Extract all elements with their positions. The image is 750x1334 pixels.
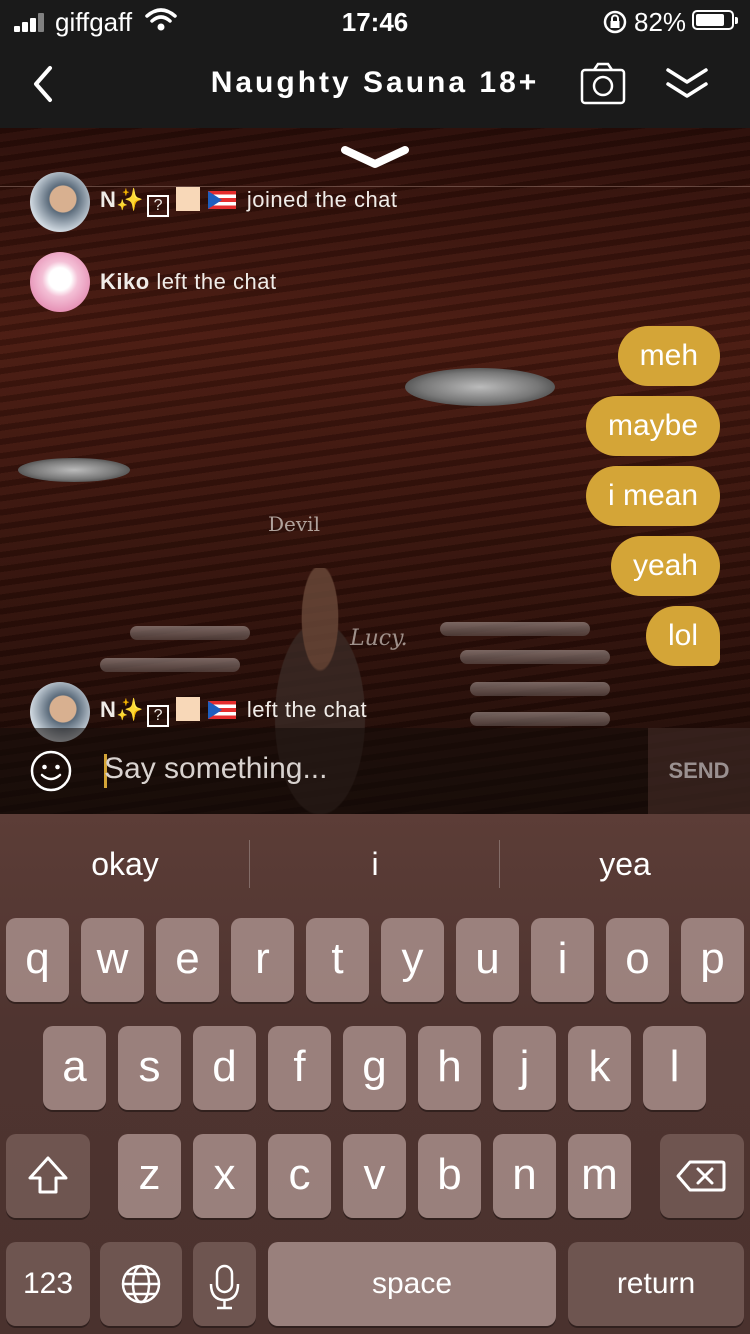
puerto-rico-flag-icon bbox=[208, 701, 237, 719]
key-e[interactable]: e bbox=[156, 918, 219, 1002]
chat-area[interactable]: Devil Lucy. N✨? joined the chat Kiko lef… bbox=[0, 128, 750, 814]
chat-bubble[interactable]: i mean bbox=[585, 466, 720, 526]
scene-name-tag: Devil bbox=[268, 512, 320, 536]
key-d[interactable]: d bbox=[193, 1026, 256, 1110]
battery-percentage: 82% bbox=[634, 7, 687, 37]
key-k[interactable]: k bbox=[568, 1026, 631, 1110]
emoji-smiley-icon[interactable] bbox=[30, 750, 72, 792]
username[interactable]: N bbox=[100, 187, 116, 212]
battery-icon bbox=[692, 10, 738, 30]
message-input-bar: SEND bbox=[0, 728, 750, 814]
bench-slat bbox=[460, 650, 610, 664]
ceiling-lamp bbox=[18, 458, 130, 482]
chat-bubble[interactable]: yeah bbox=[610, 536, 720, 596]
bench-slat bbox=[470, 712, 610, 726]
return-key[interactable]: return bbox=[568, 1242, 744, 1326]
key-y[interactable]: y bbox=[381, 918, 444, 1002]
key-p[interactable]: p bbox=[681, 918, 744, 1002]
shift-arrow-icon bbox=[28, 1156, 68, 1194]
unknown-emoji-icon: ? bbox=[147, 195, 170, 217]
puerto-rico-flag-icon bbox=[208, 191, 237, 209]
numbers-key[interactable]: 123 bbox=[6, 1242, 90, 1326]
chat-header: Naughty Sauna 18+ bbox=[0, 42, 750, 128]
chat-room-title: Naughty Sauna 18+ bbox=[210, 66, 540, 99]
key-t[interactable]: t bbox=[306, 918, 369, 1002]
key-m[interactable]: m bbox=[568, 1134, 631, 1218]
key-b[interactable]: b bbox=[418, 1134, 481, 1218]
message-input[interactable] bbox=[104, 752, 624, 786]
globe-icon bbox=[121, 1264, 161, 1304]
system-message-text: N✨? joined the chat bbox=[100, 187, 398, 217]
skin-tone-emoji bbox=[176, 187, 201, 211]
suggestion-item[interactable]: i bbox=[250, 814, 500, 914]
scene-name-tag: Lucy. bbox=[350, 626, 408, 651]
rotation-lock-icon bbox=[603, 10, 627, 34]
key-c[interactable]: c bbox=[268, 1134, 331, 1218]
key-h[interactable]: h bbox=[418, 1026, 481, 1110]
bench-slat bbox=[470, 682, 610, 696]
suggestion-item[interactable]: okay bbox=[0, 814, 250, 914]
system-message-text: Kiko left the chat bbox=[100, 269, 277, 295]
delete-key[interactable] bbox=[660, 1134, 744, 1218]
key-g[interactable]: g bbox=[343, 1026, 406, 1110]
key-v[interactable]: v bbox=[343, 1134, 406, 1218]
key-z[interactable]: z bbox=[118, 1134, 181, 1218]
system-message-body: left the chat bbox=[246, 697, 368, 722]
avatar[interactable] bbox=[30, 172, 90, 232]
system-message-body: left the chat bbox=[156, 269, 277, 294]
bench-slat bbox=[130, 626, 250, 640]
key-f[interactable]: f bbox=[268, 1026, 331, 1110]
skin-tone-emoji bbox=[176, 697, 201, 721]
key-l[interactable]: l bbox=[643, 1026, 706, 1110]
key-u[interactable]: u bbox=[456, 918, 519, 1002]
system-message-body: joined the chat bbox=[246, 187, 398, 212]
backspace-icon bbox=[676, 1160, 726, 1192]
key-n[interactable]: n bbox=[493, 1134, 556, 1218]
bench-slat bbox=[100, 658, 240, 672]
system-message: Kiko left the chat bbox=[30, 252, 277, 312]
key-i[interactable]: i bbox=[531, 918, 594, 1002]
bench-slat bbox=[440, 622, 590, 636]
username[interactable]: N bbox=[100, 697, 116, 722]
double-chevron-down-icon[interactable] bbox=[664, 64, 710, 104]
microphone-icon bbox=[209, 1264, 240, 1310]
send-button[interactable]: SEND bbox=[648, 728, 750, 814]
chat-bubble[interactable]: meh bbox=[617, 326, 720, 386]
key-q[interactable]: q bbox=[6, 918, 69, 1002]
chat-bubble[interactable]: lol bbox=[645, 606, 720, 666]
key-r[interactable]: r bbox=[231, 918, 294, 1002]
shift-key[interactable] bbox=[6, 1134, 90, 1218]
key-s[interactable]: s bbox=[118, 1026, 181, 1110]
sparkles-emoji: ✨ bbox=[116, 697, 145, 722]
ceiling-lamp bbox=[405, 368, 555, 406]
keyboard: okay i yea q w e r t y u i o p a s d f g… bbox=[0, 814, 750, 1334]
status-bar: giffgaff 17:46 82% bbox=[0, 0, 750, 42]
system-message-text: N✨? left the chat bbox=[100, 697, 367, 727]
key-a[interactable]: a bbox=[43, 1026, 106, 1110]
key-w[interactable]: w bbox=[81, 918, 144, 1002]
sparkles-emoji: ✨ bbox=[116, 187, 145, 212]
chat-bubble[interactable]: maybe bbox=[585, 396, 720, 456]
camera-icon[interactable] bbox=[580, 62, 626, 106]
suggestion-item[interactable]: yea bbox=[500, 814, 750, 914]
key-x[interactable]: x bbox=[193, 1134, 256, 1218]
chevron-down-icon[interactable] bbox=[339, 142, 411, 172]
globe-key[interactable] bbox=[100, 1242, 182, 1326]
key-j[interactable]: j bbox=[493, 1026, 556, 1110]
avatar[interactable] bbox=[30, 252, 90, 312]
space-key[interactable]: space bbox=[268, 1242, 556, 1326]
system-message: N✨? joined the chat bbox=[30, 172, 398, 232]
key-o[interactable]: o bbox=[606, 918, 669, 1002]
dictation-key[interactable] bbox=[193, 1242, 256, 1326]
username[interactable]: Kiko bbox=[100, 269, 150, 294]
unknown-emoji-icon: ? bbox=[147, 705, 170, 727]
